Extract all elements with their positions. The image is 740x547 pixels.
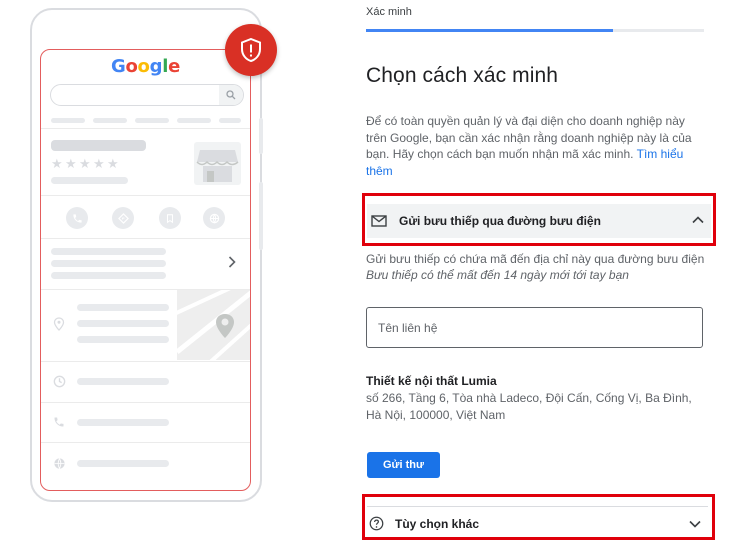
progress-bar [366, 29, 704, 32]
postcard-option-header[interactable]: Gửi bưu thiếp qua đường bưu điện [367, 204, 711, 238]
placeholder-bar [77, 378, 169, 385]
mail-icon [371, 215, 387, 227]
placeholder-bar [77, 336, 169, 343]
clock-icon [51, 373, 67, 389]
business-address: số 266, Tầng 6, Tòa nhà Ladeco, Đội Cấn,… [366, 391, 692, 422]
divider [41, 195, 250, 196]
placeholder-bar [77, 460, 169, 467]
placeholder-bar [51, 140, 146, 151]
other-options-header[interactable]: Tùy chọn khác [369, 516, 479, 531]
placeholder-bar [51, 272, 166, 279]
shield-alert-icon [225, 24, 277, 76]
postcard-description: Gửi bưu thiếp có chứa mã đến địa chỉ này… [366, 252, 705, 266]
placeholder-bar [77, 304, 169, 311]
divider [41, 402, 250, 403]
placeholder-bar [93, 118, 127, 123]
phone-side-button [259, 182, 263, 250]
rating-star-icon: ★ [51, 156, 63, 171]
divider [41, 361, 250, 362]
postcard-option-highlight: Gửi bưu thiếp qua đường bưu điện [362, 193, 716, 246]
placeholder-bar [77, 419, 169, 426]
placeholder-bar [51, 177, 128, 184]
send-mail-button[interactable]: Gửi thư [367, 452, 440, 478]
divider [41, 238, 250, 239]
postcard-delivery-note: Bưu thiếp có thể mất đến 14 ngày mới tới… [366, 268, 629, 282]
page-title: Chọn cách xác minh [366, 64, 559, 87]
placeholder-bar [51, 248, 166, 255]
chevron-down-icon[interactable] [688, 517, 702, 536]
rating-star-icon: ★ [93, 156, 105, 171]
business-name: Thiết kế nội thất Lumia [366, 374, 497, 388]
rating-star-icon: ★ [79, 156, 91, 171]
other-options-label: Tùy chọn khác [395, 516, 480, 531]
rating-star-icon: ★ [107, 156, 119, 171]
search-icon [219, 85, 243, 105]
other-options-highlight: Tùy chọn khác [362, 494, 715, 540]
progress-bar-fill [366, 29, 613, 32]
globe-icon [51, 455, 67, 471]
phone-icon [66, 207, 88, 229]
divider [41, 442, 250, 443]
placeholder-bar [51, 260, 166, 267]
storefront-icon [194, 142, 241, 185]
phone-screen: Google ★ ★ ★ ★ ★ [40, 49, 251, 491]
phone-icon [51, 414, 67, 430]
google-logo: Google [110, 56, 181, 77]
bookmark-icon [159, 207, 181, 229]
placeholder-bar [219, 118, 241, 123]
postcard-option-label: Gửi bưu thiếp qua đường bưu điện [399, 214, 601, 228]
chevron-right-icon [228, 255, 236, 273]
step-label: Xác minh [366, 6, 412, 18]
globe-icon [203, 207, 225, 229]
contact-name-input[interactable] [366, 307, 703, 348]
location-pin-icon [51, 316, 67, 332]
intro-text: Để có toàn quyền quản lý và đại diện cho… [366, 113, 702, 179]
divider [41, 128, 250, 129]
rating-star-icon: ★ [65, 156, 77, 171]
divider [367, 506, 708, 507]
mock-search-box [50, 84, 244, 106]
placeholder-bar [177, 118, 211, 123]
placeholder-bar [51, 118, 85, 123]
help-icon [369, 516, 384, 531]
directions-icon [112, 207, 134, 229]
placeholder-bar [77, 320, 169, 327]
phone-side-button [259, 118, 263, 154]
chevron-up-icon[interactable] [691, 213, 705, 232]
mini-map [177, 290, 250, 360]
placeholder-bar [135, 118, 169, 123]
